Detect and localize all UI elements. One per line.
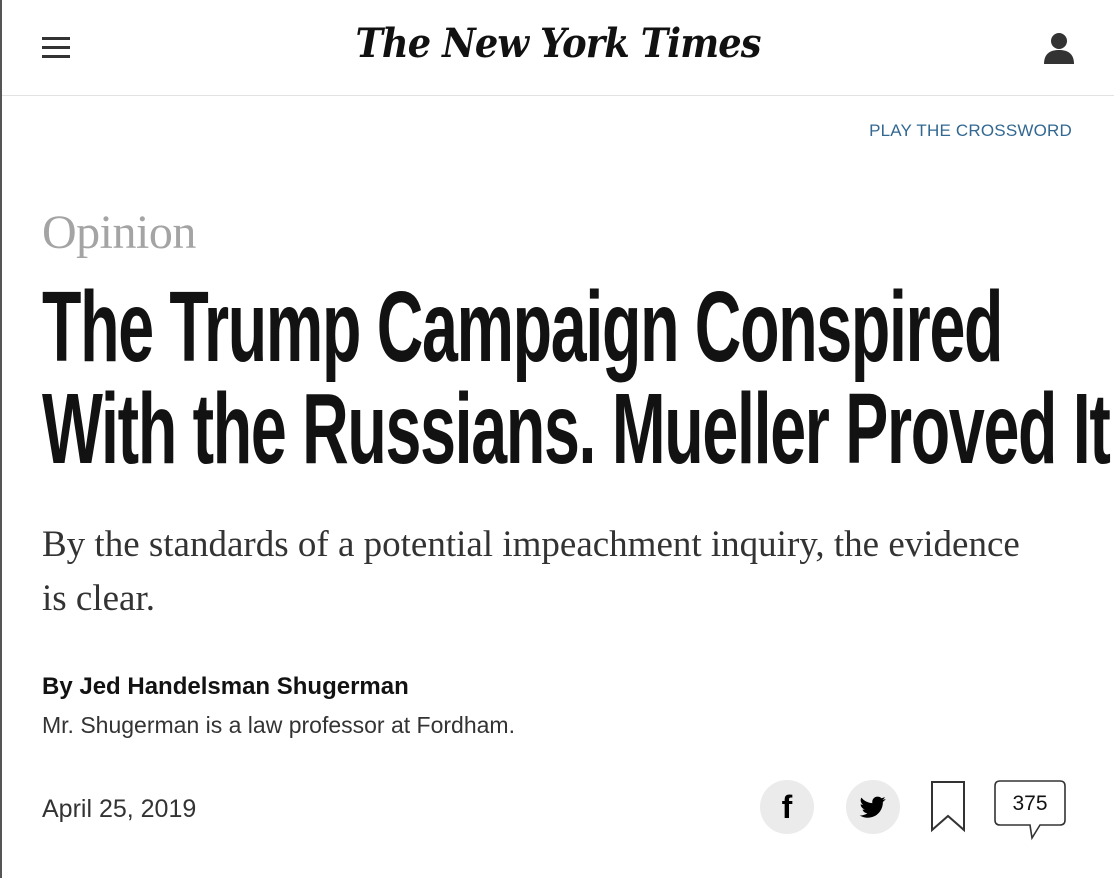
twitter-share-button[interactable]	[846, 780, 900, 834]
facebook-share-button[interactable]: f	[760, 780, 814, 834]
play-crossword-link[interactable]: PLAY THE CROSSWORD	[869, 121, 1072, 141]
comments-button[interactable]: 375	[994, 780, 1068, 842]
bookmark-icon	[931, 781, 965, 833]
save-bookmark-button[interactable]	[930, 780, 966, 834]
facebook-icon: f	[781, 789, 793, 825]
comment-count: 375	[1012, 792, 1048, 815]
window-edge	[0, 0, 2, 878]
publish-date: April 25, 2019	[42, 795, 197, 823]
twitter-icon	[859, 796, 886, 818]
nyt-logo[interactable]: The New York Times	[46, 20, 1069, 67]
headline-line-1: The Trump Campaign Conspired	[42, 271, 1003, 383]
author-bio: Mr. Shugerman is a law professor at Ford…	[42, 712, 515, 738]
user-account-icon[interactable]	[1042, 31, 1076, 65]
masthead: The New York Times	[2, 0, 1114, 96]
byline[interactable]: By Jed Handelsman Shugerman	[42, 673, 409, 701]
section-kicker[interactable]: Opinion	[42, 205, 196, 260]
headline-line-2: With the Russians. Mueller Proved It.	[42, 373, 1114, 485]
article-headline: The Trump Campaign Conspired With the Rus…	[42, 276, 1114, 480]
article-summary: By the standards of a potential impeachm…	[42, 524, 1020, 619]
